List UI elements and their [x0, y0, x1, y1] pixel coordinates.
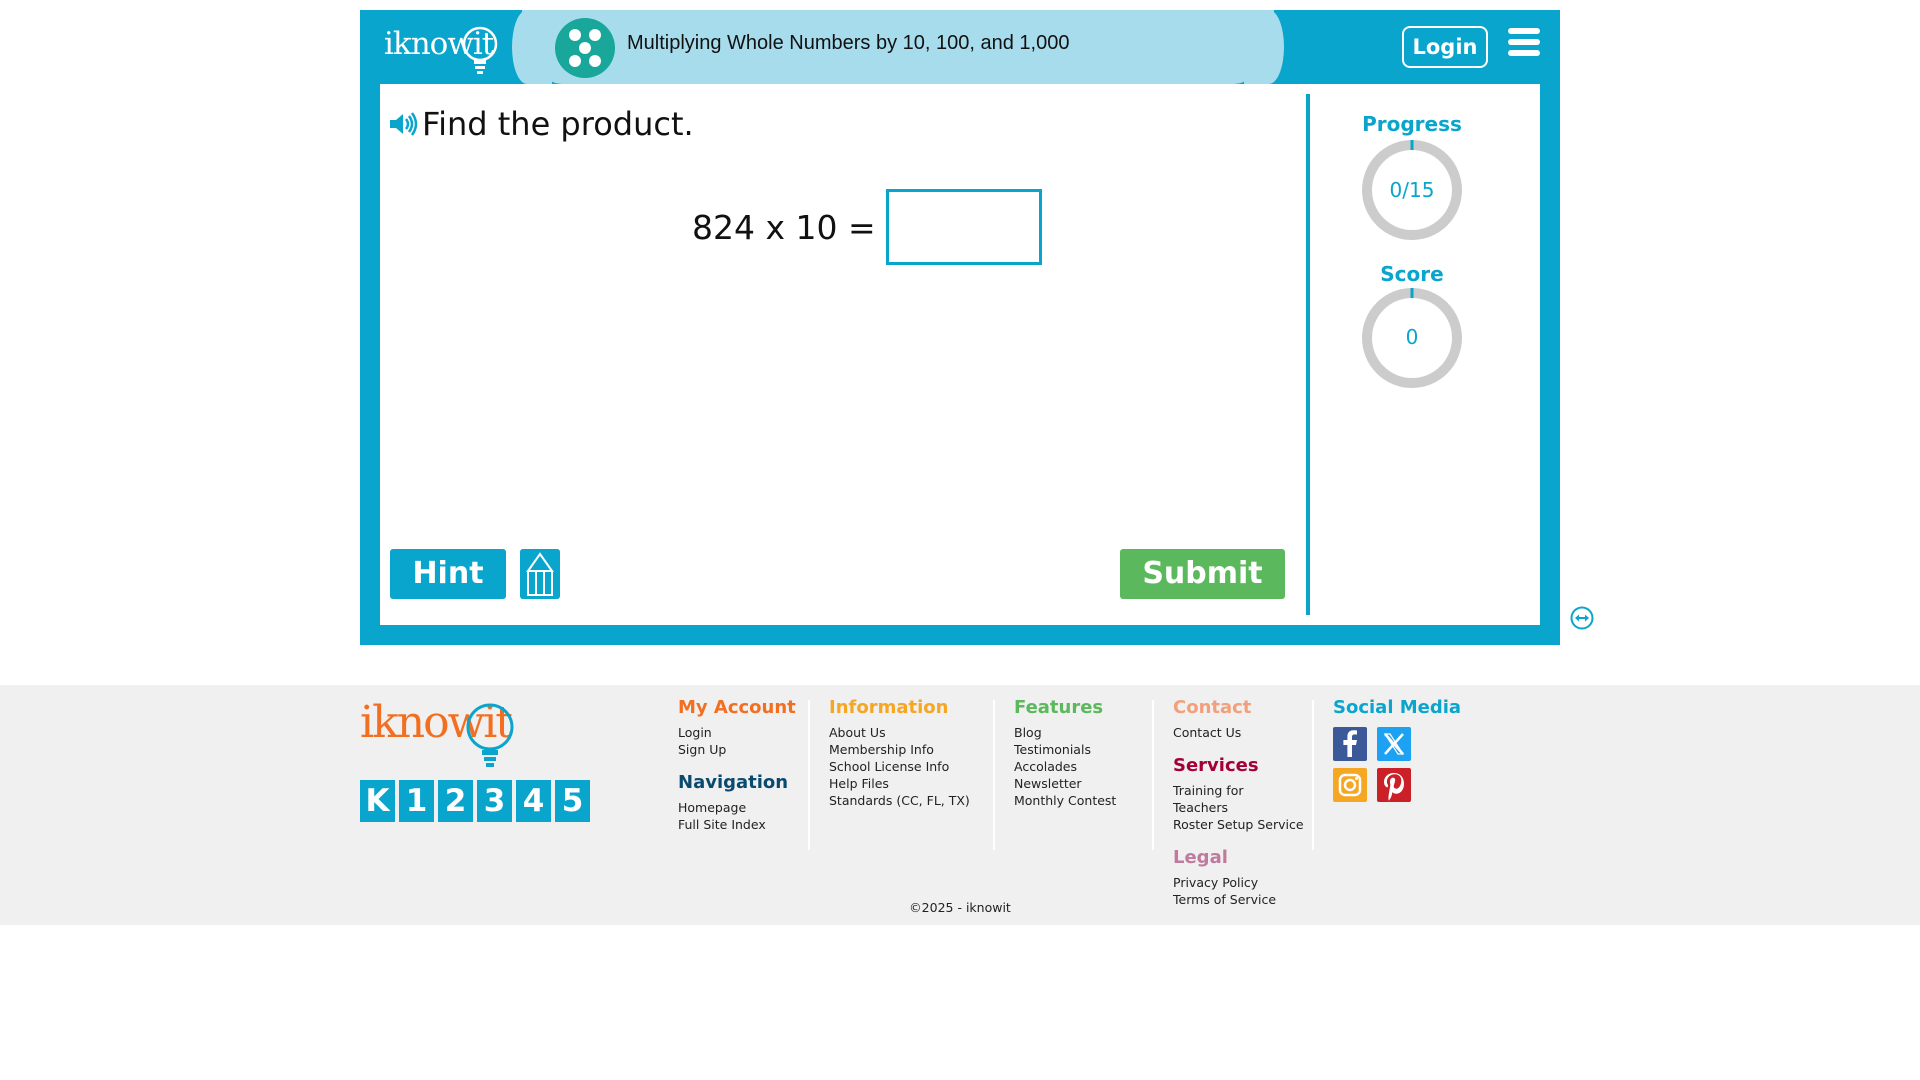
- login-button[interactable]: Login: [1402, 26, 1488, 68]
- contact-heading: Contact: [1173, 697, 1252, 718]
- hamburger-menu-icon[interactable]: [1508, 28, 1540, 58]
- features-heading: Features: [1014, 697, 1104, 718]
- footer-lightbulb-icon: [466, 703, 514, 767]
- instagram-icon[interactable]: [1333, 768, 1367, 802]
- footer-link-standards[interactable]: Standards (CC, FL, TX): [829, 792, 970, 809]
- footer-link-help-files[interactable]: Help Files: [829, 775, 970, 792]
- question-panel: Find the product. 824 x 10 = Hint Submit…: [380, 84, 1540, 625]
- footer-link-roster-setup[interactable]: Roster Setup Service: [1173, 816, 1304, 833]
- footer-col-social: Social Media: [1333, 697, 1461, 724]
- x-icon[interactable]: [1377, 727, 1411, 761]
- footer-col-information: Information About Us Membership Info Sch…: [829, 697, 970, 809]
- footer-link-training[interactable]: Training for: [1173, 782, 1304, 799]
- legal-heading: Legal: [1173, 847, 1228, 868]
- footer-link-newsletter[interactable]: Newsletter: [1014, 775, 1116, 792]
- facebook-icon[interactable]: [1333, 727, 1367, 761]
- lightbulb-icon: [462, 26, 498, 74]
- prompt-text: Find the product.: [422, 105, 694, 143]
- grade-3[interactable]: 3: [477, 780, 512, 822]
- topic-dots-icon: [555, 18, 615, 78]
- footer-link-contact-us[interactable]: Contact Us: [1173, 724, 1304, 741]
- footer-link-training-teachers[interactable]: Teachers: [1173, 799, 1304, 816]
- hint-button[interactable]: Hint: [390, 549, 506, 599]
- sidebar-divider: [1306, 94, 1310, 615]
- score-value: 0: [1405, 325, 1419, 349]
- equation: 824 x 10 =: [692, 189, 1042, 265]
- footer-link-homepage[interactable]: Homepage: [678, 799, 796, 816]
- copyright: ©2025 - iknowit: [909, 900, 1011, 915]
- grade-k[interactable]: K: [360, 780, 395, 822]
- navigation-heading: Navigation: [678, 772, 789, 793]
- lesson-frame: iknowit Multiplying Whole Numbers by 10,…: [360, 10, 1594, 645]
- top-bar: iknowit Multiplying Whole Numbers by 10,…: [360, 10, 1560, 84]
- my-account-heading: My Account: [678, 697, 796, 718]
- equation-text: 824 x 10 =: [692, 207, 876, 247]
- footer-divider: [1312, 700, 1314, 850]
- progress-value: 0/15: [1389, 178, 1435, 202]
- question-prompt: Find the product.: [388, 104, 694, 144]
- pinterest-icon[interactable]: [1377, 768, 1411, 802]
- footer-link-membership[interactable]: Membership Info: [829, 741, 970, 758]
- footer-col-features: Features Blog Testimonials Accolades New…: [1014, 697, 1116, 809]
- footer-logo[interactable]: iknowit: [360, 697, 520, 767]
- footer-link-testimonials[interactable]: Testimonials: [1014, 741, 1116, 758]
- score-label: Score: [1380, 262, 1444, 286]
- submit-button[interactable]: Submit: [1120, 549, 1285, 599]
- footer-link-school-license[interactable]: School License Info: [829, 758, 970, 775]
- progress-label: Progress: [1362, 112, 1462, 136]
- footer-link-about[interactable]: About Us: [829, 724, 970, 741]
- footer-col-contact: Contact Contact Us Services Training for…: [1173, 697, 1304, 908]
- footer-link-signup[interactable]: Sign Up: [678, 741, 796, 758]
- speaker-icon[interactable]: [388, 112, 418, 136]
- footer-divider: [808, 700, 810, 850]
- expand-horizontal-icon[interactable]: [1570, 606, 1594, 630]
- services-heading: Services: [1173, 755, 1259, 776]
- footer-divider: [993, 700, 995, 850]
- footer-link-blog[interactable]: Blog: [1014, 724, 1116, 741]
- grade-5[interactable]: 5: [555, 780, 590, 822]
- footer-link-privacy[interactable]: Privacy Policy: [1173, 874, 1304, 891]
- site-footer: iknowit K 1 2 3 4 5 My Account Login Sig…: [0, 685, 1920, 925]
- footer-link-site-index[interactable]: Full Site Index: [678, 816, 796, 833]
- information-heading: Information: [829, 697, 949, 718]
- grade-2[interactable]: 2: [438, 780, 473, 822]
- grade-level-selector: K 1 2 3 4 5: [360, 780, 594, 822]
- social-media-heading: Social Media: [1333, 697, 1462, 718]
- footer-link-login[interactable]: Login: [678, 724, 796, 741]
- topic-title: Multiplying Whole Numbers by 10, 100, an…: [627, 32, 1070, 54]
- footer-link-monthly-contest[interactable]: Monthly Contest: [1014, 792, 1116, 809]
- footer-divider: [1152, 700, 1154, 850]
- footer-link-accolades[interactable]: Accolades: [1014, 758, 1116, 775]
- iknowit-logo[interactable]: iknowit: [384, 22, 500, 74]
- grade-4[interactable]: 4: [516, 780, 551, 822]
- footer-col-account: My Account Login Sign Up Navigation Home…: [678, 697, 796, 833]
- answer-input[interactable]: [885, 189, 1042, 265]
- grade-1[interactable]: 1: [399, 780, 434, 822]
- scratchpad-pencil-icon[interactable]: [520, 549, 560, 599]
